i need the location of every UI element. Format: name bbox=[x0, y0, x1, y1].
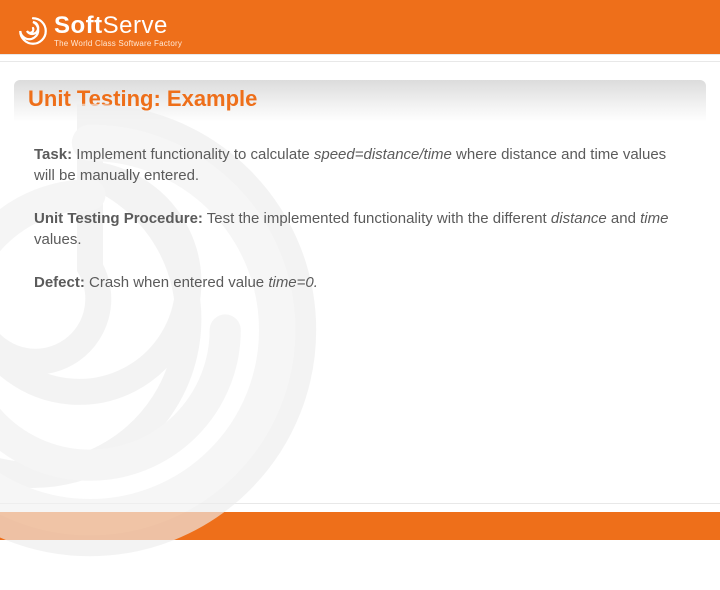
procedure-label: Unit Testing Procedure: bbox=[34, 210, 203, 227]
brand-logo: SoftServe The World Class Software Facto… bbox=[18, 14, 182, 48]
procedure-text-c: values. bbox=[34, 231, 82, 248]
task-text-a: Implement functionality to calculate bbox=[72, 146, 314, 163]
procedure-text-a: Test the implemented functionality with … bbox=[203, 210, 551, 227]
header-divider bbox=[0, 54, 720, 62]
procedure-em2: time bbox=[640, 210, 668, 227]
brand-name-a: Soft bbox=[54, 12, 103, 39]
task-label: Task: bbox=[34, 146, 72, 163]
procedure-text-b: and bbox=[607, 210, 640, 227]
procedure-paragraph: Unit Testing Procedure: Test the impleme… bbox=[34, 208, 686, 250]
slide-content: Task: Implement functionality to calcula… bbox=[0, 122, 720, 293]
brand-name: SoftServe bbox=[54, 14, 182, 38]
task-formula: speed=distance/time bbox=[314, 146, 452, 163]
task-paragraph: Task: Implement functionality to calcula… bbox=[34, 144, 686, 186]
brand-tagline: The World Class Software Factory bbox=[54, 39, 182, 48]
brand-header: SoftServe The World Class Software Facto… bbox=[0, 0, 720, 62]
swirl-icon bbox=[18, 16, 48, 46]
defect-text-a: Crash when entered value bbox=[85, 274, 268, 291]
defect-label: Defect: bbox=[34, 274, 85, 291]
defect-paragraph: Defect: Crash when entered value time=0. bbox=[34, 272, 686, 293]
procedure-em1: distance bbox=[551, 210, 607, 227]
defect-em: time=0. bbox=[268, 274, 318, 291]
brand-name-b: Serve bbox=[103, 12, 168, 39]
